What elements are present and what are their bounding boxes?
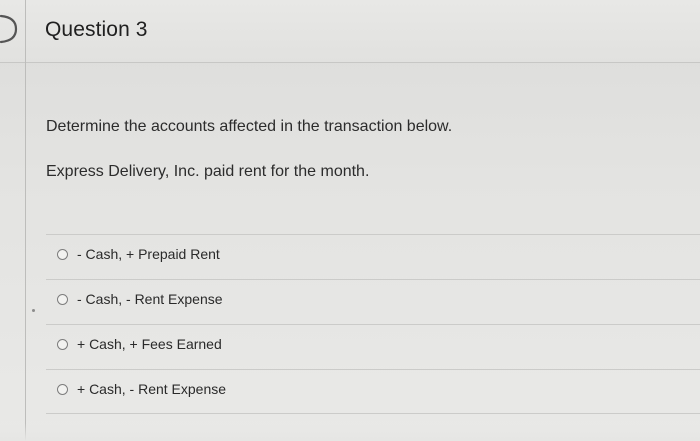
- question-prompt: Determine the accounts affected in the t…: [46, 118, 453, 135]
- radio-button-icon[interactable]: [57, 384, 68, 395]
- transaction-scenario: Express Delivery, Inc. paid rent for the…: [46, 163, 370, 180]
- header-divider: [25, 0, 26, 62]
- question-marker-icon: [0, 14, 18, 44]
- radio-button-icon[interactable]: [57, 294, 68, 305]
- answer-option-label: + Cash, - Rent Expense: [77, 381, 227, 397]
- radio-button-icon[interactable]: [57, 339, 68, 350]
- quiz-page: Question 3 Determine the accounts affect…: [0, 0, 700, 441]
- decorative-dot: [32, 309, 35, 312]
- answer-option-label: - Cash, - Rent Expense: [77, 291, 223, 307]
- question-content: Determine the accounts affected in the t…: [25, 62, 700, 441]
- answer-option-label: - Cash, + Prepaid Rent: [77, 246, 220, 262]
- answer-option-1[interactable]: - Cash, + Prepaid Rent: [46, 234, 700, 279]
- question-header: Question 3: [0, 0, 700, 63]
- radio-button-icon[interactable]: [57, 249, 68, 260]
- answer-option-label: + Cash, + Fees Earned: [77, 336, 222, 352]
- page-title: Question 3: [45, 18, 148, 41]
- answer-options: - Cash, + Prepaid Rent - Cash, - Rent Ex…: [46, 234, 700, 414]
- bottom-shadow: [0, 423, 700, 441]
- answer-option-2[interactable]: - Cash, - Rent Expense: [46, 279, 700, 324]
- answer-option-3[interactable]: + Cash, + Fees Earned: [46, 324, 700, 369]
- answer-option-4[interactable]: + Cash, - Rent Expense: [46, 369, 700, 414]
